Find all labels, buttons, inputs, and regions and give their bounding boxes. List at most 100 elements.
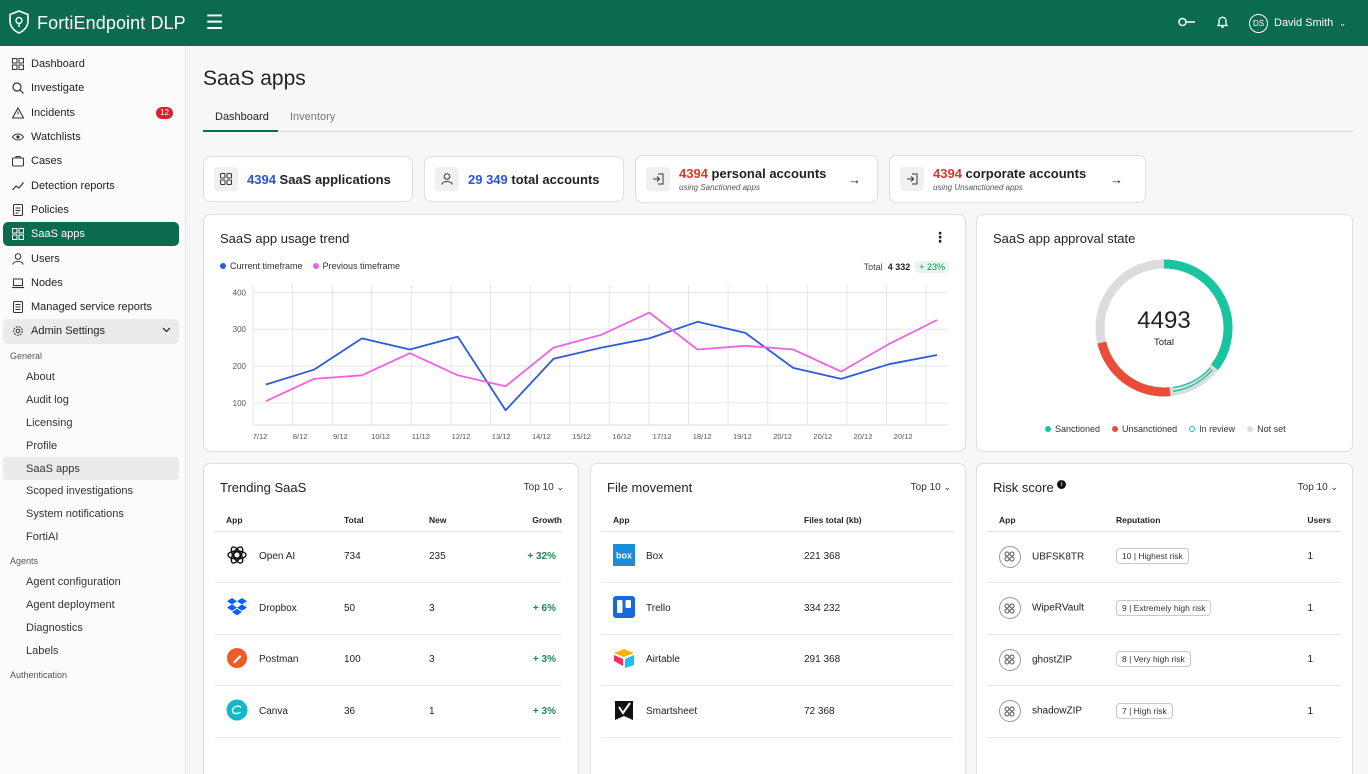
top-n-dropdown[interactable]: Top 10 ⌄ — [1298, 482, 1338, 493]
sidebar-subitem-profile[interactable]: Profile — [3, 434, 179, 457]
legend-item-not-set: Not set — [1247, 424, 1286, 434]
table-row[interactable]: shadowZIP 7 | High risk 1 — [987, 685, 1341, 738]
sidebar-subitem-agent-deployment[interactable]: Agent deployment — [3, 594, 179, 617]
stat-card-total-accounts[interactable]: 29 349 total accounts — [424, 156, 624, 202]
chevron-down-icon: ⌄ — [556, 482, 564, 492]
sidebar-subitem-saas-apps[interactable]: SaaS apps — [3, 457, 179, 481]
table-row[interactable]: box Box 221 368 — [601, 531, 954, 583]
shield-logo-icon — [8, 9, 30, 37]
sidebar-subitem-labels[interactable]: Labels — [3, 639, 179, 662]
sidebar-item-policies[interactable]: Policies — [3, 198, 179, 222]
page-title: SaaS apps — [203, 67, 306, 90]
chevron-down-icon — [162, 325, 171, 337]
info-icon[interactable]: i — [1057, 480, 1067, 489]
apps-grid-icon — [12, 228, 24, 241]
x-tick-label: 12/12 — [452, 432, 471, 441]
sidebar-item-investigate[interactable]: Investigate — [3, 76, 179, 100]
table-row[interactable]: Canva 36 1 + 3% — [214, 685, 562, 738]
stat-card-corporate-accounts[interactable]: 4394 corporate accounts using Unsanction… — [889, 155, 1146, 203]
tab-dashboard[interactable]: Dashboard — [215, 111, 269, 123]
sidebar-item-detection-reports[interactable]: Detection reports — [3, 173, 179, 197]
stat-label: total accounts — [507, 171, 600, 187]
sidebar-item-dashboard[interactable]: Dashboard — [3, 52, 179, 76]
sidebar-subitem-agent-configuration[interactable]: Agent configuration — [3, 571, 179, 594]
table-row[interactable]: Airtable 291 368 — [601, 634, 954, 686]
users-cell: 1 — [1296, 685, 1341, 738]
legend-item-in-review: In review — [1189, 424, 1235, 434]
arrow-right-icon[interactable]: → — [848, 172, 861, 187]
files-cell: 291 368 — [804, 634, 954, 686]
document-icon — [12, 203, 24, 216]
reputation-badge: 10 | Highest risk — [1116, 548, 1189, 565]
top-n-dropdown[interactable]: Top 10 ⌄ — [524, 482, 564, 493]
sidebar-subitem-licensing[interactable]: Licensing — [3, 411, 179, 434]
stat-value: 4394 — [679, 166, 708, 181]
stat-text: 4394 SaaS applications — [247, 172, 391, 187]
user-icon — [435, 167, 459, 191]
app-grid-icon — [998, 700, 1021, 723]
menu-icon[interactable]: ☰ — [206, 13, 224, 33]
arrow-right-icon[interactable]: → — [1110, 172, 1123, 187]
bell-icon[interactable] — [1216, 15, 1229, 32]
dashboard-icon — [12, 58, 24, 71]
sidebar-subitem-system-notifications[interactable]: System notifications — [3, 503, 179, 526]
app-name: Trello — [646, 602, 671, 614]
sidebar-item-admin-settings[interactable]: Admin Settings — [3, 319, 179, 344]
stat-text: 29 349 total accounts — [468, 172, 600, 187]
total-cell: 50 — [344, 582, 429, 635]
table-row[interactable]: Smartsheet 72 368 — [601, 685, 954, 738]
sidebar-item-label: Watchlists — [31, 131, 81, 144]
main-content: SaaS apps Dashboard Inventory 4394 SaaS … — [186, 46, 1368, 774]
risk-score-table: App Reputation Users UBFSK8TR 10 | Highe… — [987, 509, 1341, 738]
x-tick-label: 8/12 — [293, 432, 308, 441]
top-n-dropdown[interactable]: Top 10 ⌄ — [911, 482, 951, 493]
file-movement-table: App Files total (kb) box Box 221 368 Trel… — [601, 509, 954, 738]
sidebar-item-nodes[interactable]: Nodes — [3, 271, 179, 295]
sidebar-subitem-fortiai[interactable]: FortiAI — [3, 526, 179, 549]
sidebar-item-watchlists[interactable]: Watchlists — [3, 125, 179, 149]
table-row[interactable]: Open AI 734 235 + 32% — [214, 531, 562, 583]
growth-cell: + 32% — [511, 531, 562, 583]
app-grid-icon — [998, 597, 1021, 620]
table-header-row: App Files total (kb) — [601, 509, 954, 532]
table-row[interactable]: WipeRVault 9 | Extremely high risk 1 — [987, 582, 1341, 635]
user-menu[interactable]: DS David Smith ⌄ — [1249, 13, 1346, 33]
table-row[interactable]: Postman 100 3 + 3% — [214, 634, 562, 686]
sidebar-item-users[interactable]: Users — [3, 246, 179, 270]
stat-card-saas-applications[interactable]: 4394 SaaS applications — [203, 156, 413, 202]
x-tick-label: 20/12 — [813, 432, 832, 441]
sidebar-item-saas-apps[interactable]: SaaS apps — [3, 222, 179, 247]
column-header: Growth — [511, 509, 562, 532]
sidebar-subitem-scoped-investigations[interactable]: Scoped investigations — [3, 480, 179, 503]
sidebar-item-managed-service-reports[interactable]: Managed service reports — [3, 295, 179, 319]
app-name: WipeRVault — [1032, 602, 1084, 614]
chevron-down-icon: ⌄ — [943, 482, 951, 492]
tab-inventory[interactable]: Inventory — [290, 111, 335, 123]
sidebar-item-incidents[interactable]: Incidents 12 — [3, 101, 179, 125]
usage-trend-card: SaaS app usage trend ⋮ Current timeframe… — [203, 214, 966, 452]
table-row[interactable]: Trello 334 232 — [601, 582, 954, 635]
key-icon[interactable] — [1178, 16, 1196, 31]
app-grid-icon — [998, 648, 1021, 671]
table-row[interactable]: Dropbox 50 3 + 6% — [214, 582, 562, 635]
x-tick-label: 17/12 — [653, 432, 672, 441]
user-name: David Smith — [1274, 17, 1334, 29]
x-tick-label: 20/12 — [773, 432, 792, 441]
app-title: FortiEndpoint DLP — [37, 12, 186, 33]
app-grid-icon — [998, 545, 1021, 568]
stat-card-personal-accounts[interactable]: 4394 personal accounts using Sanctioned … — [635, 155, 878, 203]
tab-bar: Dashboard Inventory — [203, 109, 1353, 132]
table-row[interactable]: ghostZIP 8 | Very high risk 1 — [987, 634, 1341, 686]
sidebar-item-cases[interactable]: Cases — [3, 149, 179, 173]
gear-icon — [12, 325, 24, 337]
trello-logo-icon — [601, 595, 646, 621]
warning-icon — [12, 106, 24, 119]
legend-item-unsanctioned: Unsanctioned — [1112, 424, 1177, 434]
trend-chart-icon — [12, 180, 24, 192]
table-row[interactable]: UBFSK8TR 10 | Highest risk 1 — [987, 531, 1341, 583]
donut-total-label: Total — [1153, 337, 1175, 348]
sidebar-subitem-about[interactable]: About — [3, 366, 179, 389]
brand[interactable]: FortiEndpoint DLP — [0, 9, 186, 37]
sidebar-subitem-diagnostics[interactable]: Diagnostics — [3, 616, 179, 639]
sidebar-subitem-audit-log[interactable]: Audit log — [3, 388, 179, 411]
